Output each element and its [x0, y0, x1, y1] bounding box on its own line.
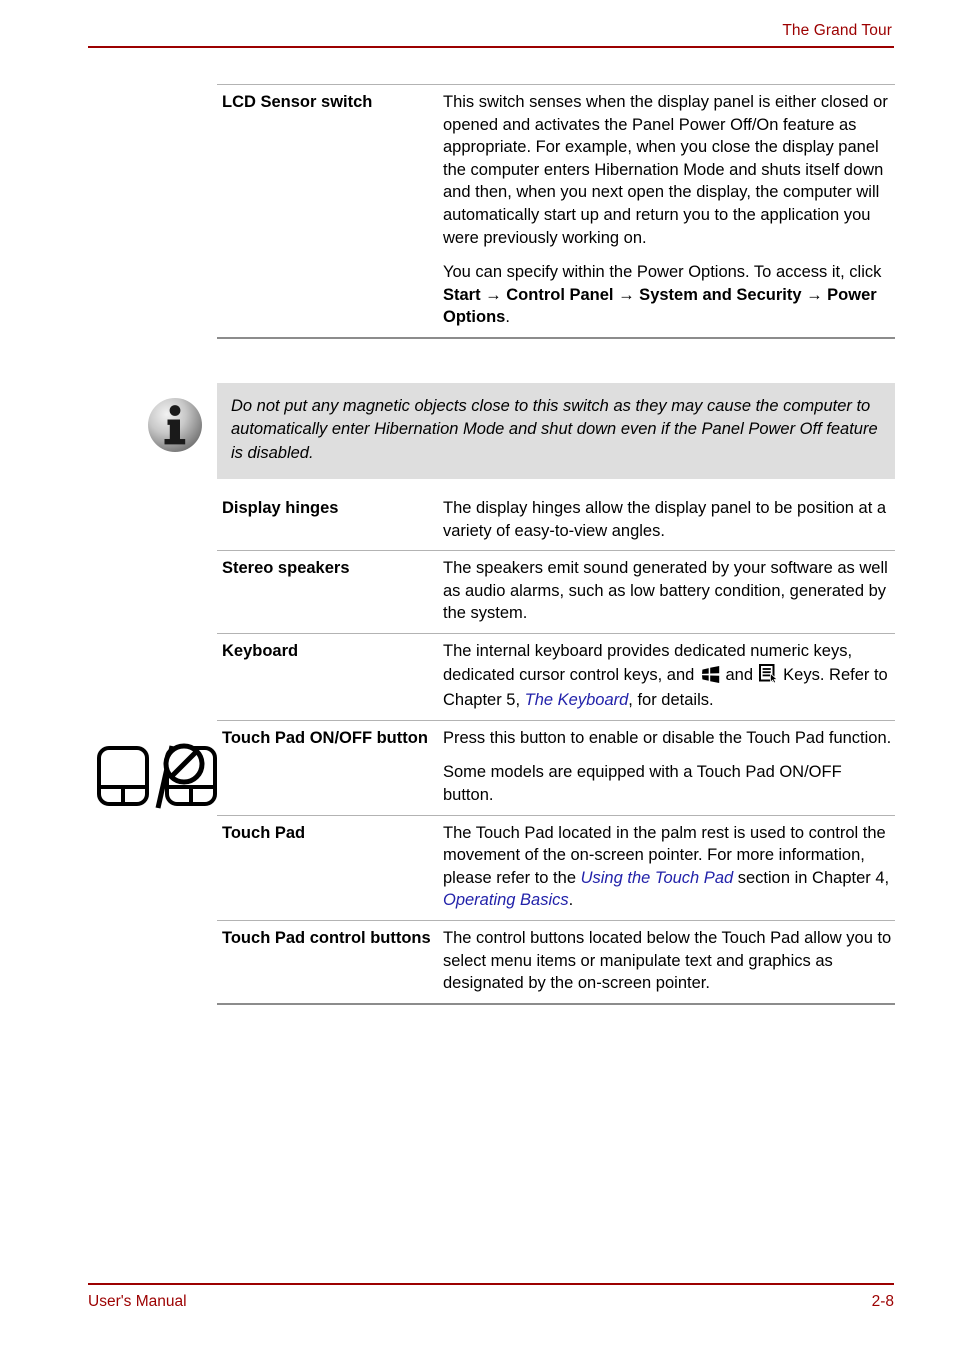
page-footer: User's Manual 2-8: [88, 1283, 894, 1311]
footer-page-number: 2-8: [871, 1293, 894, 1310]
table-row: LCD Sensor switch This switch senses when…: [217, 85, 895, 337]
spec-term: Touch Pad control buttons: [222, 928, 431, 947]
application-key-icon: [758, 663, 778, 690]
spec-table-upper: LCD Sensor switch This switch senses when…: [217, 84, 895, 339]
table-row: Touch Pad ON/OFF button Press this button…: [217, 721, 895, 815]
body-text: This switch senses when the display pane…: [443, 93, 888, 247]
spec-term: Display hinges: [222, 499, 339, 517]
spec-paragraph: The Touch Pad located in the palm rest i…: [443, 822, 895, 912]
spec-term: Stereo speakers: [222, 559, 350, 578]
footer-divider: [88, 1283, 894, 1285]
spec-table-lower: Display hinges The display hinges allow t…: [217, 491, 895, 1005]
note-box: Do not put any magnetic objects close to…: [217, 383, 895, 480]
body-text: section in Chapter 4,: [733, 868, 890, 887]
body-text: and: [720, 665, 758, 684]
body-text: , for details.: [628, 691, 714, 710]
body-text: Press this button to enable or disable t…: [443, 728, 892, 747]
spec-paragraph: The internal keyboard provides dedicated…: [443, 640, 895, 712]
body-text: .: [568, 891, 574, 910]
note-text: Do not put any magnetic objects close to…: [231, 397, 878, 462]
spec-description: This switch senses when the display pane…: [443, 91, 895, 329]
cross-reference-link[interactable]: Using the Touch Pad: [581, 869, 734, 887]
spec-term: Touch Pad: [222, 823, 306, 842]
windows-key-icon: [700, 665, 720, 690]
spec-term: LCD Sensor switch: [222, 93, 373, 111]
cross-reference-link[interactable]: The Keyboard: [525, 691, 629, 709]
spec-description: The display hinges allow the display pan…: [443, 497, 895, 542]
note-block: Do not put any magnetic objects close to…: [145, 383, 895, 480]
body-text: Some models are equipped with a Touch Pa…: [443, 763, 842, 804]
spec-paragraph: The control buttons located below the To…: [443, 927, 895, 995]
info-icon: [145, 395, 205, 455]
touchpad-on-off-icon: [96, 742, 218, 818]
body-text: The display hinges allow the display pan…: [443, 499, 887, 540]
footer-manual-label: User's Manual: [88, 1293, 187, 1310]
table-row: Touch Pad control buttons The control but…: [217, 921, 895, 1003]
spec-description: The speakers emit sound generated by you…: [443, 557, 895, 625]
table-row: Display hinges The display hinges allow t…: [217, 491, 895, 550]
spec-paragraph: You can specify within the Power Options…: [443, 261, 895, 329]
body-text: You can specify within the Power Options…: [443, 263, 882, 282]
spec-term: Touch Pad ON/OFF button: [222, 728, 428, 747]
spec-description: The control buttons located below the To…: [443, 927, 895, 995]
row-divider: [217, 1002, 895, 1005]
spec-paragraph: Press this button to enable or disable t…: [443, 727, 895, 750]
table-row: Stereo speakers The speakers emit sound g…: [217, 551, 895, 633]
page-header-title: The Grand Tour: [782, 22, 892, 39]
table-row: Touch Pad The Touch Pad located in the pa…: [217, 816, 895, 920]
cross-reference-link[interactable]: Operating Basics: [443, 891, 569, 909]
spec-description: The internal keyboard provides dedicated…: [443, 640, 895, 712]
spec-paragraph: The speakers emit sound generated by you…: [443, 557, 895, 625]
header-divider: [88, 46, 894, 48]
page-header: The Grand Tour: [88, 22, 894, 48]
spec-term: Keyboard: [222, 641, 299, 660]
body-text: The speakers emit sound generated by you…: [443, 559, 888, 623]
spec-paragraph: Some models are equipped with a Touch Pa…: [443, 761, 895, 806]
spec-description: Press this button to enable or disable t…: [443, 727, 895, 807]
spec-description: The Touch Pad located in the palm rest i…: [443, 822, 895, 912]
table-row: Keyboard The internal keyboard provides d…: [217, 634, 895, 720]
spec-paragraph: The display hinges allow the display pan…: [443, 497, 895, 542]
body-text: .: [505, 308, 510, 327]
row-divider: [217, 336, 895, 339]
spec-paragraph: This switch senses when the display pane…: [443, 91, 895, 249]
body-text: The control buttons located below the To…: [443, 928, 892, 993]
